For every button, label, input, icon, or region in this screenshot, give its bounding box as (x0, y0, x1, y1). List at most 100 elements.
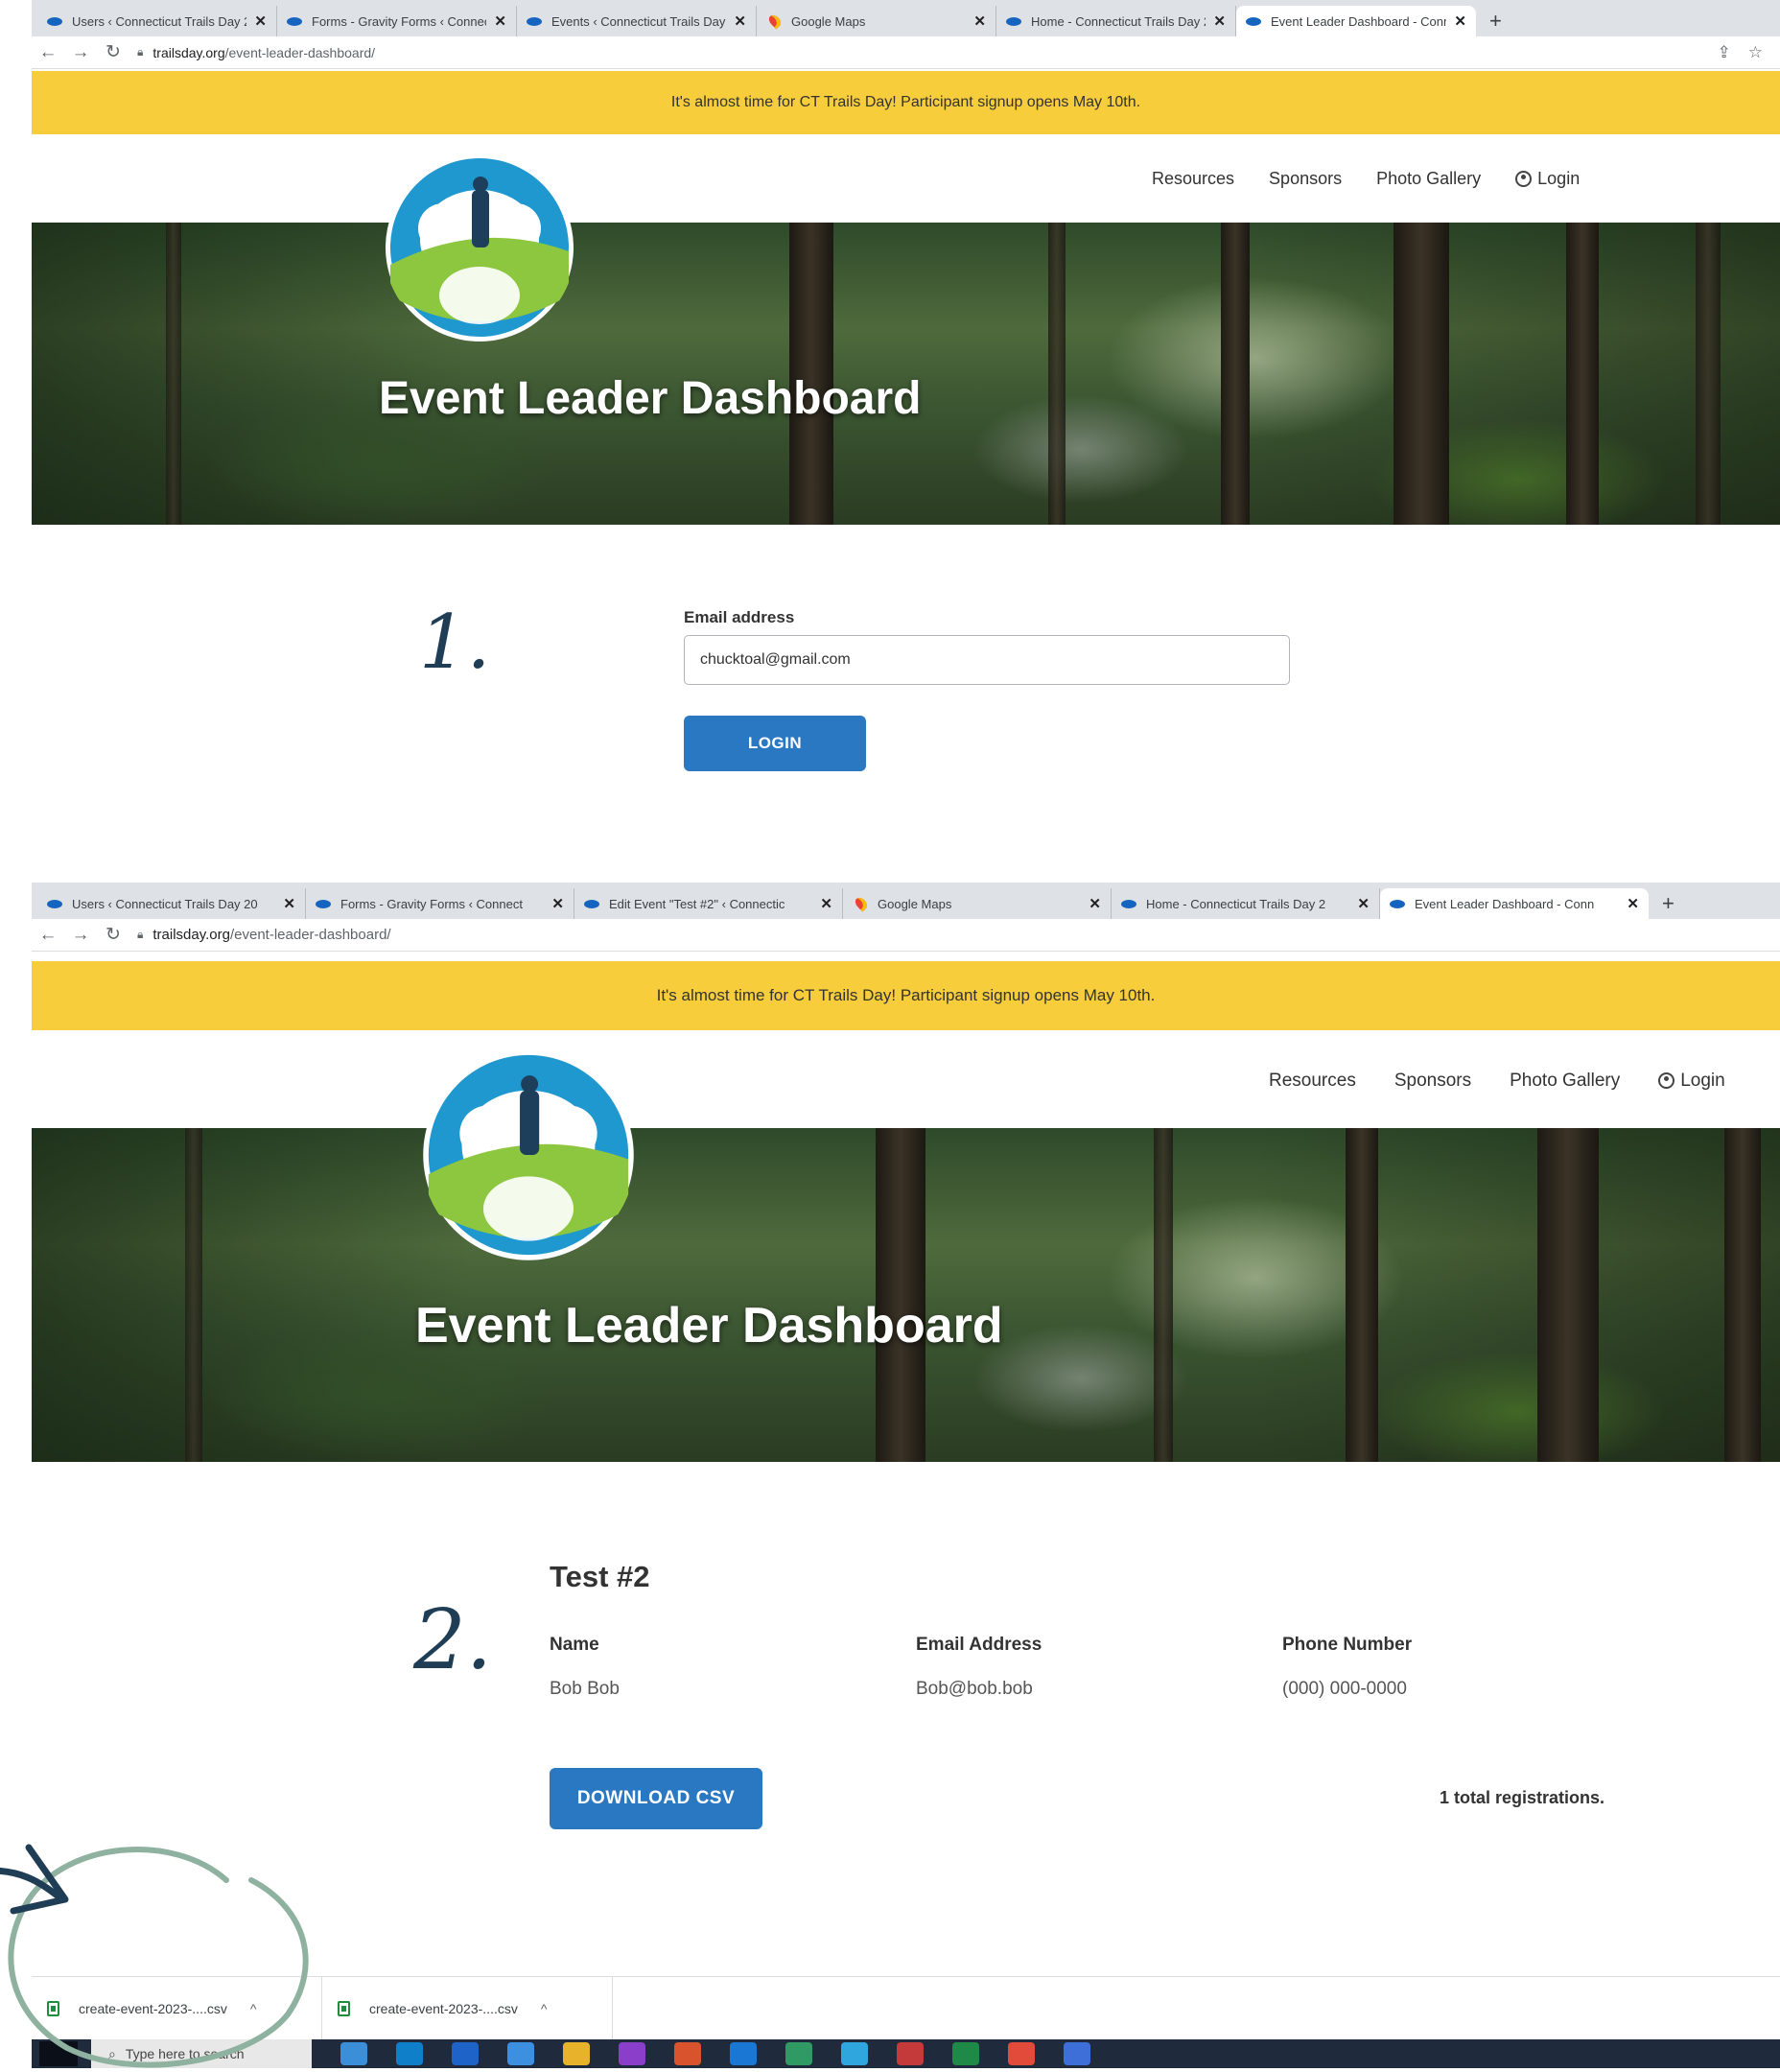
screenshot-dashboard: Users ‹ Connecticut Trails Day 20 ✕ Forms… (32, 883, 1780, 2068)
new-tab-icon[interactable]: + (1649, 888, 1688, 919)
close-icon[interactable]: ✕ (1213, 12, 1226, 30)
column-header-phone: Phone Number (1282, 1635, 1413, 1655)
close-icon[interactable]: ✕ (1357, 895, 1370, 912)
address-bar: ← → ↻ 🔒︎ trailsday.org/event-leader-dash… (32, 36, 1780, 69)
user-icon (1515, 171, 1533, 187)
back-arrow-icon[interactable]: ← (32, 42, 64, 63)
browser-tab[interactable]: Events ‹ Connecticut Trails Day 2 ✕ (517, 6, 757, 36)
announcement-banner: It's almost time for CT Trails Day! Part… (32, 71, 1780, 134)
reload-icon[interactable]: ↻ (97, 41, 129, 63)
forward-arrow-icon[interactable]: → (64, 925, 97, 946)
chrome-icon[interactable] (1008, 2042, 1035, 2065)
screenshot-login: Users ‹ Connecticut Trails Day 20 ✕ Forms… (32, 0, 1780, 854)
lock-icon: 🔒︎ (137, 45, 144, 59)
site-favicon-icon (287, 16, 302, 26)
browser-tab[interactable]: Users ‹ Connecticut Trails Day 20 ✕ (37, 6, 277, 36)
app-icon[interactable] (1064, 2042, 1090, 2065)
email-input[interactable] (684, 635, 1290, 685)
column-header-name: Name (550, 1635, 599, 1655)
close-icon[interactable]: ✕ (734, 12, 746, 30)
site-favicon-icon (1006, 16, 1021, 26)
nav-photo-gallery[interactable]: Photo Gallery (1510, 1071, 1620, 1092)
step-label: 1. (419, 600, 491, 686)
nav-login[interactable]: Login (1658, 1071, 1725, 1092)
browser-tab-active[interactable]: Event Leader Dashboard - Conn ✕ (1236, 6, 1476, 36)
hero-title: Event Leader Dashboard (415, 1298, 1003, 1354)
downloads-bar: create-event-2023-....csv ^ create-event-… (32, 1976, 1780, 2040)
browser-tab[interactable]: Home - Connecticut Trails Day 2 ✕ (1112, 888, 1380, 919)
total-registrations: 1 total registrations. (1440, 1788, 1605, 1807)
lock-icon: 🔒︎ (137, 928, 144, 941)
new-tab-icon[interactable]: + (1476, 6, 1515, 36)
reload-icon[interactable]: ↻ (97, 924, 129, 946)
close-icon[interactable]: ✕ (494, 12, 506, 30)
close-icon[interactable]: ✕ (283, 895, 295, 912)
file-explorer-icon[interactable] (563, 2042, 590, 2065)
url-field[interactable]: 🔒︎ trailsday.org/event-leader-dashboard/ (137, 923, 1780, 948)
share-icon[interactable]: ⇪ (1718, 43, 1731, 62)
close-icon[interactable]: ✕ (820, 895, 832, 912)
teams-icon[interactable] (785, 2042, 812, 2065)
browser-tab[interactable]: Google Maps ✕ (843, 888, 1112, 919)
chevron-up-icon[interactable]: ^ (541, 2001, 548, 2016)
maps-favicon-icon (853, 895, 870, 912)
bookmark-star-icon[interactable]: ☆ (1748, 43, 1763, 62)
excel-icon[interactable] (952, 2042, 979, 2065)
browser-tab-active[interactable]: Event Leader Dashboard - Conn ✕ (1380, 888, 1649, 919)
registrant-email: Bob@bob.bob (916, 1679, 1033, 1699)
hero-title: Event Leader Dashboard (379, 373, 922, 424)
browser-tab-strip: Users ‹ Connecticut Trails Day 20 ✕ Forms… (32, 0, 1780, 36)
nav-resources[interactable]: Resources (1269, 1071, 1356, 1092)
outlook-icon[interactable] (730, 2042, 757, 2065)
search-icon: ⌕ (108, 2045, 116, 2061)
close-icon[interactable]: ✕ (1627, 895, 1639, 912)
site-favicon-icon (584, 899, 599, 908)
close-icon[interactable]: ✕ (1454, 12, 1466, 30)
site-favicon-icon (316, 899, 331, 908)
nav-login[interactable]: Login (1515, 169, 1580, 189)
back-arrow-icon[interactable]: ← (32, 925, 64, 946)
forward-arrow-icon[interactable]: → (64, 42, 97, 63)
announcement-banner: It's almost time for CT Trails Day! Part… (32, 961, 1780, 1030)
powerpoint-icon[interactable] (674, 2042, 701, 2065)
download-item[interactable]: create-event-2023-....csv ^ (322, 1977, 613, 2040)
address-bar: ← → ↻ 🔒︎ trailsday.org/event-leader-dash… (32, 919, 1780, 952)
download-csv-button[interactable]: DOWNLOAD CSV (550, 1768, 762, 1829)
word-icon[interactable] (452, 2042, 479, 2065)
login-button[interactable]: LOGIN (684, 716, 866, 771)
browser-tab[interactable]: Forms - Gravity Forms ‹ Connecti ✕ (277, 6, 517, 36)
site-header: Resources Sponsors Photo Gallery Login (32, 1030, 1780, 1128)
event-title: Test #2 (550, 1560, 650, 1593)
acrobat-icon[interactable] (897, 2042, 924, 2065)
browser-tab[interactable]: Users ‹ Connecticut Trails Day 20 ✕ (37, 888, 306, 919)
registrant-name: Bob Bob (550, 1679, 620, 1699)
email-label: Email address (684, 608, 795, 626)
csv-file-icon (338, 2001, 350, 2016)
nav-sponsors[interactable]: Sponsors (1269, 169, 1342, 189)
close-icon[interactable]: ✕ (973, 12, 986, 30)
csv-file-icon (47, 2001, 59, 2016)
trails-day-logo[interactable] (384, 152, 575, 343)
task-view-icon[interactable] (340, 2042, 367, 2065)
close-icon[interactable]: ✕ (1089, 895, 1101, 912)
edge-browser-icon[interactable] (396, 2042, 423, 2065)
registrant-phone: (000) 000-0000 (1282, 1679, 1407, 1699)
download-item[interactable]: create-event-2023-....csv ^ (32, 1977, 322, 2040)
store-icon[interactable] (507, 2042, 534, 2065)
taskbar-search-box[interactable]: ⌕ Type here to search (91, 2039, 312, 2068)
nav-photo-gallery[interactable]: Photo Gallery (1376, 169, 1481, 189)
nav-sponsors[interactable]: Sponsors (1394, 1071, 1471, 1092)
onenote-icon[interactable] (619, 2042, 645, 2065)
browser-tab[interactable]: Forms - Gravity Forms ‹ Connect ✕ (306, 888, 574, 919)
close-icon[interactable]: ✕ (254, 12, 267, 30)
nav-resources[interactable]: Resources (1152, 169, 1234, 189)
close-icon[interactable]: ✕ (551, 895, 564, 912)
browser-tab[interactable]: Edit Event "Test #2" ‹ Connectic ✕ (574, 888, 843, 919)
windows-start-icon[interactable] (39, 2041, 78, 2066)
browser-tab[interactable]: Home - Connecticut Trails Day 2 ✕ (996, 6, 1236, 36)
chevron-up-icon[interactable]: ^ (250, 2001, 257, 2016)
browser-tab[interactable]: Google Maps ✕ (757, 6, 996, 36)
url-field[interactable]: 🔒︎ trailsday.org/event-leader-dashboard/ (137, 40, 1718, 65)
edge-icon[interactable] (841, 2042, 868, 2065)
trails-day-logo[interactable] (421, 1048, 636, 1262)
